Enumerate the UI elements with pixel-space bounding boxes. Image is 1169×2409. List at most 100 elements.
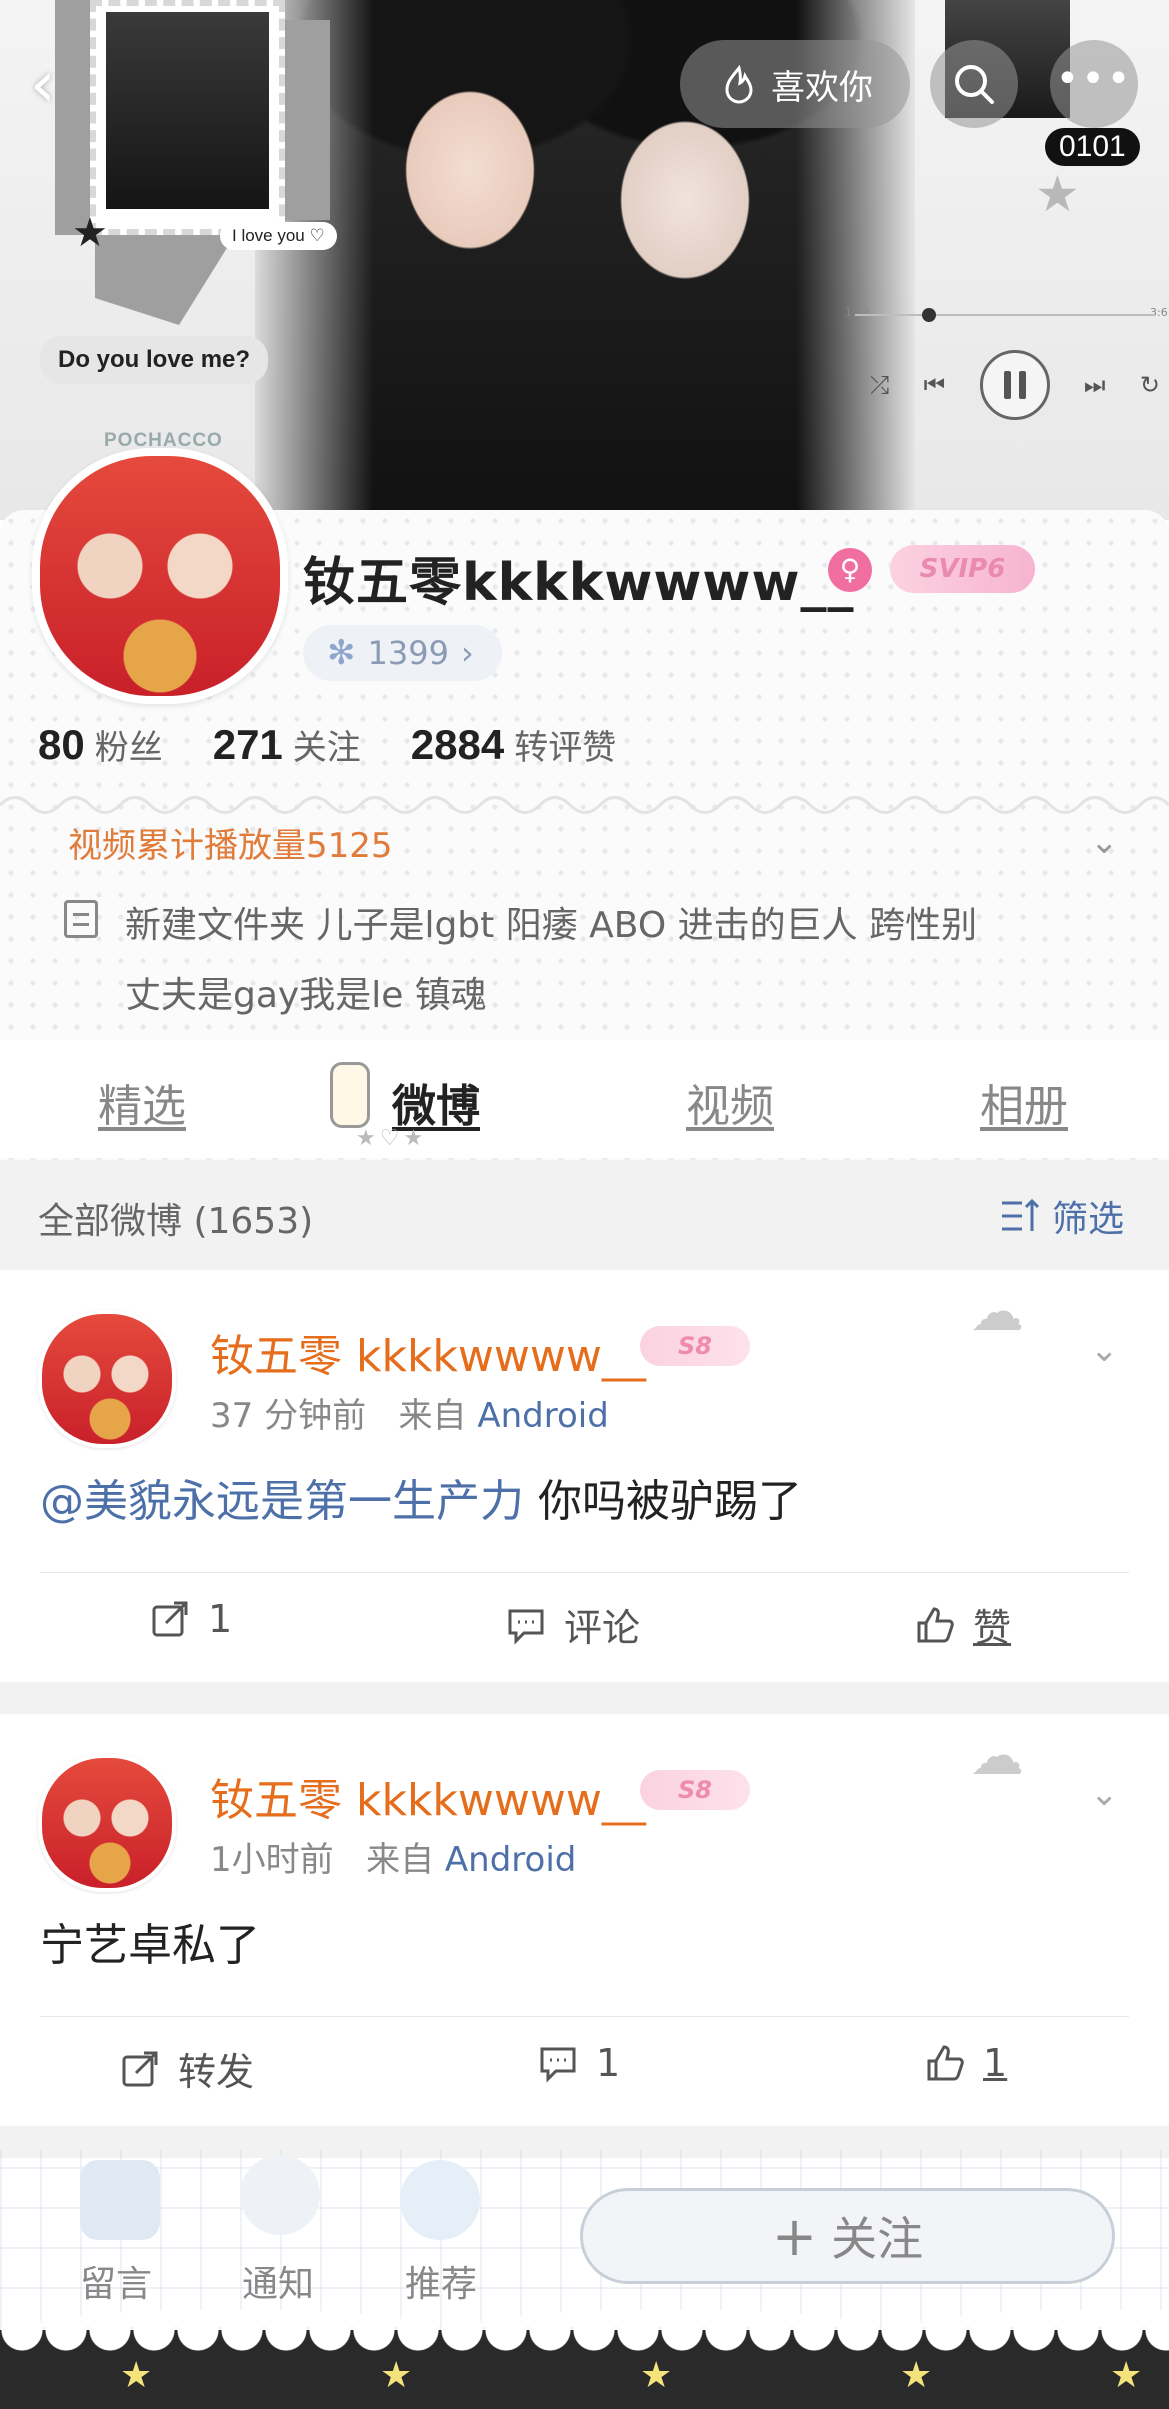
star-icon: ★ bbox=[120, 2355, 153, 2396]
post-source: Android bbox=[444, 1840, 577, 1880]
repost-label: 转发 bbox=[178, 2050, 255, 2094]
post-content: @美貌永远是第一生产力 你吗被驴踢了 bbox=[40, 1465, 802, 1529]
stat-followers[interactable]: 80 粉丝 bbox=[38, 720, 163, 769]
cover-decoration bbox=[55, 0, 95, 235]
pause-button[interactable] bbox=[979, 350, 1050, 420]
star-icon: ★ bbox=[900, 2355, 933, 2396]
star-icon: ★ bbox=[640, 2355, 673, 2396]
back-button[interactable]: ‹ bbox=[30, 53, 80, 117]
message-board-button[interactable]: 留言 bbox=[80, 2255, 152, 2307]
player-progress-handle[interactable] bbox=[922, 308, 936, 322]
more-button[interactable]: ••• bbox=[1050, 40, 1138, 128]
post-actions: 转发 1 1 bbox=[0, 2016, 1169, 2124]
stat-number: 2884 bbox=[410, 721, 505, 768]
thumbs-up-icon bbox=[927, 2045, 964, 2081]
avatar[interactable] bbox=[38, 1310, 176, 1448]
post-source-prefix: 来自 bbox=[398, 1396, 467, 1436]
thumbs-up-icon bbox=[917, 1606, 954, 1642]
chevron-down-icon[interactable]: ⌄ bbox=[1090, 822, 1119, 862]
post-card[interactable]: ☁ 钕五零 kkkkwwww__ S8 ⌄ 37 分钟前 来自 Android … bbox=[0, 1270, 1169, 1680]
stat-number: 271 bbox=[212, 721, 283, 768]
member-badge: S8 bbox=[640, 1326, 750, 1366]
post-meta: 1小时前 来自 Android bbox=[210, 1832, 576, 1881]
svip-badge[interactable]: SVIP6 bbox=[890, 545, 1035, 593]
stat-label: 转评赞 bbox=[514, 728, 617, 768]
stat-number: 80 bbox=[38, 721, 85, 768]
repost-icon bbox=[122, 2051, 158, 2086]
music-player-controls: ⤮ ⏮ ⏭ ↻ bbox=[870, 345, 1160, 425]
tab-featured[interactable]: 精选 bbox=[98, 1070, 186, 1134]
like-count: 1 bbox=[983, 2041, 1008, 2085]
previous-icon[interactable]: ⏮ bbox=[924, 371, 946, 399]
cover-polaroid bbox=[90, 0, 285, 235]
post-text: 你吗被驴踢了 bbox=[524, 1476, 802, 1527]
player-total: 3:6 bbox=[1150, 306, 1168, 319]
like-button[interactable]: 喜欢你 bbox=[680, 40, 910, 128]
post-separator bbox=[0, 1682, 1169, 1714]
recommend-button[interactable]: 推荐 bbox=[405, 2255, 477, 2307]
flame-icon bbox=[725, 64, 753, 104]
comment-icon bbox=[540, 2047, 576, 2083]
cover-decoration bbox=[95, 235, 235, 325]
post-time: 37 分钟前 bbox=[210, 1396, 367, 1436]
filter-button[interactable]: 筛选 bbox=[1000, 1190, 1124, 1242]
tab-videos[interactable]: 视频 bbox=[686, 1070, 774, 1134]
post-source: Android bbox=[477, 1396, 609, 1436]
repeat-icon[interactable]: ↻ bbox=[1140, 371, 1160, 399]
avatar[interactable] bbox=[32, 448, 288, 704]
chevron-down-icon[interactable]: ⌄ bbox=[1090, 1330, 1119, 1370]
comment-label: 评论 bbox=[564, 1606, 641, 1650]
next-icon[interactable]: ⏭ bbox=[1084, 371, 1106, 399]
shuffle-icon[interactable]: ⤮ bbox=[870, 371, 889, 399]
level-pill[interactable]: ✻ 1399 › bbox=[303, 625, 502, 681]
stat-following[interactable]: 271 关注 bbox=[213, 720, 361, 769]
filter-icon bbox=[1002, 1198, 1040, 1231]
mention-link[interactable]: @美貌永远是第一生产力 bbox=[40, 1476, 524, 1527]
post-author[interactable]: 钕五零 kkkkwwww__ bbox=[210, 1320, 646, 1384]
snowflake-icon: ✻ bbox=[327, 633, 356, 673]
feed-title: 全部微博 (1653) bbox=[38, 1201, 314, 1242]
level-value: 1399 bbox=[367, 634, 449, 672]
player-progress[interactable] bbox=[855, 314, 1155, 316]
stat-interactions[interactable]: 2884 转评赞 bbox=[411, 720, 616, 769]
tab-weibo[interactable]: 微博 bbox=[392, 1070, 480, 1134]
chevron-down-icon[interactable]: ⌄ bbox=[1090, 1774, 1119, 1814]
post-text: 宁艺卓私了 bbox=[40, 1920, 260, 1971]
username: 钕五零kkkkwwww__ bbox=[303, 553, 855, 613]
profile-stats: 80 粉丝 271 关注 2884 转评赞 bbox=[38, 720, 616, 769]
plus-icon: + bbox=[771, 2204, 818, 2268]
video-play-count: 视频累计播放量5125 bbox=[68, 826, 393, 866]
lace-decoration bbox=[0, 2308, 1169, 2409]
like-label: 赞 bbox=[973, 1606, 1012, 1650]
lantern-icon bbox=[330, 1062, 370, 1128]
search-button[interactable] bbox=[930, 40, 1018, 128]
avatar[interactable] bbox=[38, 1754, 176, 1892]
repost-button[interactable]: 转发 bbox=[120, 2041, 254, 2096]
star-icon: ★ bbox=[1035, 165, 1080, 223]
post-meta: 37 分钟前 来自 Android bbox=[210, 1388, 609, 1437]
tab-albums[interactable]: 相册 bbox=[980, 1070, 1068, 1134]
star-icon: ★ bbox=[380, 2355, 413, 2396]
cover-decoration bbox=[280, 20, 330, 220]
comment-button[interactable]: 1 bbox=[538, 2041, 620, 2085]
post-card[interactable]: ☁ 钕五零 kkkkwwww__ S8 ⌄ 1小时前 来自 Android 宁艺… bbox=[0, 1714, 1169, 2124]
comment-button[interactable]: 评论 bbox=[506, 1597, 640, 1652]
player-elapsed: 1:32 bbox=[845, 306, 870, 319]
profile-tabs: 精选 微博 视频 相册 bbox=[0, 1040, 1169, 1158]
repost-button[interactable]: 1 bbox=[150, 1597, 232, 1641]
sticker-icon: ☁ bbox=[970, 1724, 1024, 1787]
star-icon: ★ bbox=[72, 210, 108, 256]
like-post-button[interactable]: 赞 bbox=[915, 1597, 1011, 1652]
bio-text: 新建文件夹 儿子是lgbt 阳痿 ABO 进击的巨人 跨性别 bbox=[125, 905, 978, 946]
follow-button-label: 关注 bbox=[831, 2212, 924, 2266]
post-author[interactable]: 钕五零 kkkkwwww__ bbox=[210, 1764, 646, 1828]
notification-button[interactable]: 通知 bbox=[242, 2255, 314, 2307]
post-source-prefix: 来自 bbox=[366, 1840, 435, 1880]
star-icon: ★ bbox=[1110, 2355, 1143, 2396]
like-post-button[interactable]: 1 bbox=[925, 2041, 1007, 2085]
post-content: 宁艺卓私了 bbox=[40, 1909, 260, 1973]
follow-button[interactable]: + 关注 bbox=[580, 2188, 1115, 2284]
repost-count: 1 bbox=[208, 1597, 233, 1641]
comment-count: 1 bbox=[596, 2041, 621, 2085]
snow-globe-icon bbox=[400, 2160, 480, 2240]
